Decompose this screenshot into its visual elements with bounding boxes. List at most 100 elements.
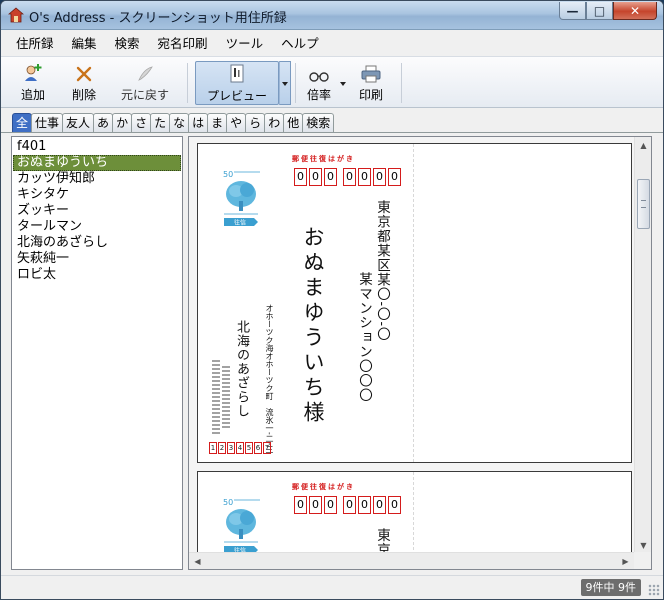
fold-line — [413, 472, 414, 554]
fold-line — [413, 144, 414, 462]
contact-list[interactable]: f401 おぬまゆういち カッツ伊知郎 キシタケ ズッキー タールマン 北海のあざらし 矢萩純… — [11, 136, 183, 570]
minimize-button[interactable]: — — [559, 2, 586, 20]
preview-dropdown-button[interactable] — [279, 61, 291, 105]
window-title: O's Address - スクリーンショット用住所録 — [29, 11, 287, 26]
scroll-right-icon[interactable]: ▶ — [617, 553, 634, 569]
tab-index[interactable]: は — [188, 113, 209, 133]
zoom-button[interactable]: 倍率 — [301, 61, 337, 105]
tab-index[interactable]: 仕事 — [31, 113, 64, 133]
scroll-corner — [634, 552, 651, 569]
zip-digit-box: 5 — [245, 442, 253, 454]
contact-list-item[interactable]: ロビ太 — [13, 267, 181, 283]
zip-digit-box: 0 — [324, 496, 337, 514]
title-bar[interactable]: O's Address - スクリーンショット用住所録 — □ ✕ — [1, 1, 663, 30]
status-bar: 9件中 9件 — [1, 575, 663, 599]
vertical-scrollbar[interactable]: ▲ ▼ — [634, 137, 651, 554]
tab-index[interactable]: 友人 — [62, 113, 95, 133]
close-button[interactable]: ✕ — [613, 2, 657, 20]
house-icon — [8, 7, 24, 23]
zip-digit-box: 0 — [294, 496, 307, 514]
add-user-icon — [25, 64, 42, 81]
index-tab-strip: 全仕事 友人あかさたなはまやらわ他検索 — [1, 109, 663, 133]
zip-digit-box: 4 — [236, 442, 244, 454]
scroll-up-icon[interactable]: ▲ — [635, 137, 651, 154]
recipient-zip-boxes: 0000000 — [294, 168, 401, 186]
tab-index[interactable]: 検索 — [302, 113, 335, 133]
delete-button[interactable]: 削除 — [61, 61, 107, 105]
add-button[interactable]: 追加 — [9, 61, 57, 105]
zip-digit-box: 0 — [373, 496, 386, 514]
undo-feather-icon — [138, 66, 153, 81]
menu-help[interactable]: ヘルプ — [272, 33, 328, 55]
contact-list-item[interactable]: ズッキー — [13, 203, 181, 219]
undo-label: 元に戻す — [120, 88, 169, 102]
sender-zip-boxes: 1234567 — [209, 442, 271, 454]
client-area: f401 おぬまゆういち カッツ伊知郎 キシタケ ズッキー タールマン 北海のあざらし 矢萩純… — [1, 134, 663, 574]
contact-list-item[interactable]: f401 — [13, 139, 181, 155]
printer-icon — [361, 65, 381, 83]
toolbar-separator — [401, 63, 402, 103]
tab-index[interactable]: ら — [245, 113, 266, 133]
zip-digit-box: 0 — [388, 168, 401, 186]
preview-button[interactable]: プレビュー — [195, 61, 279, 105]
zip-digit-box: 1 — [209, 442, 217, 454]
scroll-left-icon[interactable]: ◀ — [189, 553, 206, 569]
tab-index[interactable]: わ — [264, 113, 285, 133]
tab-index[interactable]: 全 — [12, 113, 33, 133]
undo-button[interactable]: 元に戻す — [113, 61, 177, 105]
app-window: O's Address - スクリーンショット用住所録 — □ ✕ 住所録 編集… — [0, 0, 664, 600]
zip-digit-box: 0 — [358, 168, 371, 186]
contact-list-item[interactable]: キシタケ — [13, 187, 181, 203]
sender-address: オホーツク海オホーツク町 流氷一-二-三 — [265, 304, 274, 454]
resize-grip-icon[interactable] — [648, 584, 660, 596]
delete-x-icon — [76, 66, 92, 82]
recipient-name: おぬまゆういち様 — [301, 226, 325, 426]
menu-print[interactable]: 宛名印刷 — [149, 33, 217, 55]
menu-address-book[interactable]: 住所録 — [7, 33, 63, 55]
tab-index[interactable]: な — [169, 113, 190, 133]
zip-digit-box: 6 — [254, 442, 262, 454]
contact-list-item[interactable]: おぬまゆういち — [13, 155, 181, 171]
menu-search[interactable]: 検索 — [106, 33, 149, 55]
record-count-badge: 9件中 9件 — [580, 579, 641, 596]
menu-tools[interactable]: ツール — [217, 33, 273, 55]
stamp-tree-icon: 50 往信 — [223, 170, 260, 227]
postcard-preview: 郵便往復はがき 0000000 50 往信 東京都某区某〇-〇-〇 某マンション… — [197, 143, 632, 463]
recipient-zip-boxes: 0000000 — [294, 496, 401, 514]
tab-index[interactable]: や — [226, 113, 247, 133]
zip-digit-box: 0 — [324, 168, 337, 186]
toolbar-separator — [295, 63, 296, 103]
index-tabs: 全仕事 友人あかさたなはまやらわ他検索 — [12, 113, 335, 133]
postcard-header: 郵便往復はがき — [292, 155, 355, 163]
maximize-button[interactable]: □ — [586, 2, 613, 20]
close-icon: ✕ — [629, 4, 641, 18]
contact-list-item[interactable]: 北海のあざらし — [13, 235, 181, 251]
toolbar-separator — [187, 63, 188, 103]
zoom-dropdown-chevron-icon[interactable] — [340, 82, 346, 86]
zip-digit-box: 0 — [309, 496, 322, 514]
tab-index[interactable]: た — [150, 113, 171, 133]
horizontal-scrollbar[interactable]: ◀ ▶ — [189, 552, 634, 569]
recipient-address-line1: 東京都某区某〇-〇-〇 — [374, 200, 390, 342]
menu-edit[interactable]: 編集 — [63, 33, 106, 55]
stamp-label: 往信 — [234, 219, 246, 227]
tab-index[interactable]: 他 — [283, 113, 304, 133]
toolbar: 追加 削除 元に戻す プレビュー 倍率 印刷 — [1, 56, 663, 108]
preview-canvas: 郵便往復はがき 0000000 50 往信 東京都某区某〇-〇-〇 某マンション… — [189, 137, 634, 554]
vertical-scroll-thumb[interactable] — [637, 179, 650, 229]
zoom-label: 倍率 — [306, 88, 331, 102]
tab-index[interactable]: か — [112, 113, 133, 133]
contact-list-item[interactable]: カッツ伊知郎 — [13, 171, 181, 187]
tab-index[interactable]: あ — [93, 113, 114, 133]
print-button[interactable]: 印刷 — [351, 61, 391, 105]
contact-list-item[interactable]: タールマン — [13, 219, 181, 235]
contact-list-item[interactable]: 矢萩純一 — [13, 251, 181, 267]
stamp-value: 50 — [223, 498, 233, 507]
zip-digit-box: 0 — [373, 168, 386, 186]
menu-bar: 住所録 編集 検索 宛名印刷 ツール ヘルプ — [1, 31, 663, 56]
tab-index[interactable]: さ — [131, 113, 152, 133]
tab-index[interactable]: ま — [207, 113, 228, 133]
postcard-header: 郵便往復はがき — [292, 483, 355, 491]
preview-pane[interactable]: 郵便往復はがき 0000000 50 往信 東京都某区某〇-〇-〇 某マンション… — [188, 136, 652, 570]
add-label: 追加 — [20, 88, 45, 102]
